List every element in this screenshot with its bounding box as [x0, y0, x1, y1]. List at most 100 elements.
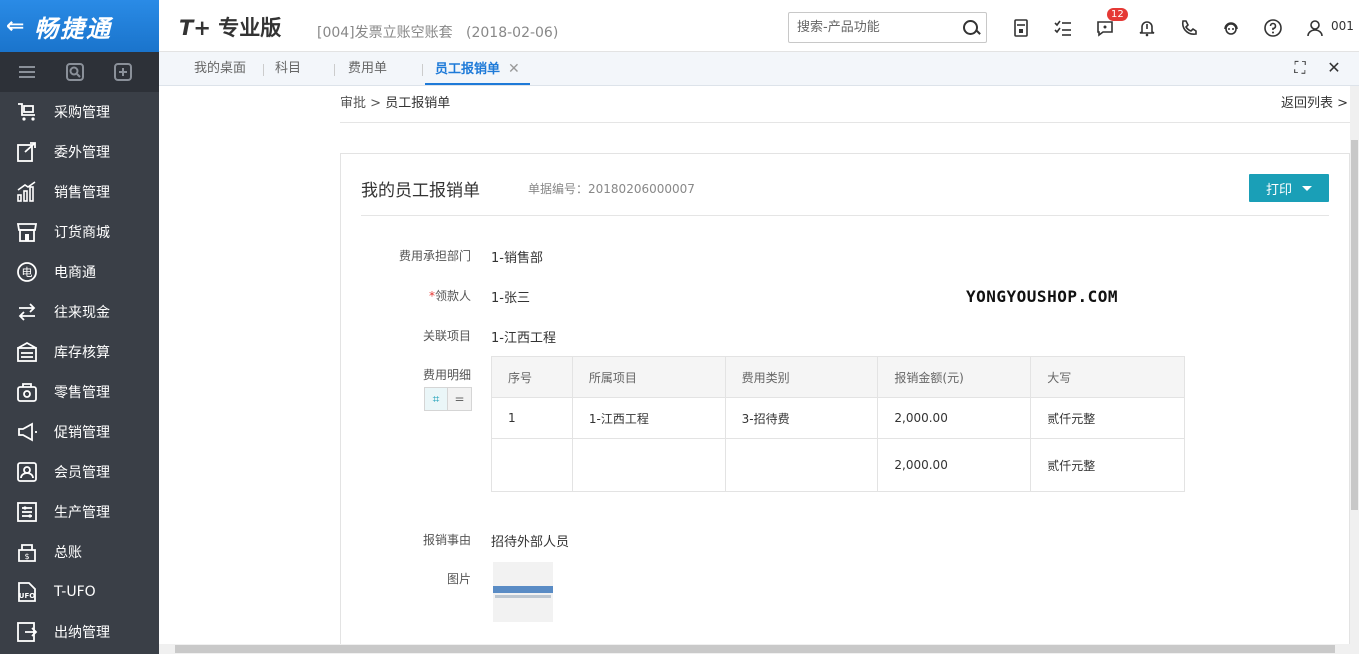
- search-input[interactable]: [797, 14, 962, 41]
- product-name: T+ 专业版: [179, 12, 281, 42]
- chevron-down-icon: [1302, 185, 1312, 191]
- sidebar-item-label: 委外管理: [54, 145, 110, 161]
- help-icon[interactable]: [1252, 15, 1294, 41]
- fullscreen-icon[interactable]: ⛶: [1283, 58, 1317, 78]
- store-icon: [14, 220, 40, 244]
- table-row[interactable]: 1 1-江西工程 3-招待费 2,000.00 贰仟元整: [491, 397, 1185, 439]
- ledger-icon: $: [14, 540, 40, 564]
- print-label: 打印: [1265, 182, 1292, 198]
- sidebar-item[interactable]: 生产管理: [0, 492, 159, 532]
- megaphone-icon: [14, 420, 40, 444]
- thumbnail-preview: [495, 595, 551, 598]
- back-arrow-icon[interactable]: ⇐: [6, 14, 28, 39]
- tab-divider: [263, 64, 264, 76]
- logo-text: 畅捷通: [34, 14, 112, 43]
- sidebar-item[interactable]: 委外管理: [0, 132, 159, 172]
- dept-value: 1-销售部: [491, 251, 543, 266]
- notification-badge: 12: [1107, 8, 1128, 21]
- tab-desktop[interactable]: 我的桌面: [194, 52, 246, 86]
- sidebar-item[interactable]: 往来现金: [0, 292, 159, 332]
- outsource-icon: [14, 140, 40, 164]
- back-to-list-link[interactable]: 返回列表 >: [1281, 92, 1348, 111]
- tab-label: 员工报销单: [435, 62, 501, 77]
- inventory-icon: [14, 340, 40, 364]
- grid-view-icon[interactable]: ⌗: [425, 388, 448, 410]
- account-info: [004]发票立账空账套 (2018-02-06): [317, 22, 558, 42]
- breadcrumb-separator: >: [370, 96, 382, 111]
- form-title: 我的员工报销单: [361, 181, 480, 201]
- headset-icon[interactable]: [1210, 15, 1252, 41]
- user-icon[interactable]: [1294, 15, 1336, 41]
- sidebar-item[interactable]: UFO T-UFO: [0, 572, 159, 612]
- sidebar-item[interactable]: 出纳管理: [0, 612, 159, 652]
- account-date: (2018-02-06): [466, 25, 559, 41]
- table-cell: 贰仟元整: [1030, 397, 1185, 439]
- search-icon[interactable]: [962, 19, 980, 37]
- tab-divider: [334, 64, 335, 76]
- project-value: 1-江西工程: [491, 331, 556, 346]
- menu-icon[interactable]: [6, 63, 48, 81]
- column-header: 大写: [1030, 356, 1185, 398]
- sidebar-item-label: 零售管理: [54, 385, 110, 401]
- search-box[interactable]: [788, 12, 987, 43]
- sidebar-item[interactable]: 电 电商通: [0, 252, 159, 292]
- print-button[interactable]: 打印: [1249, 174, 1329, 202]
- svg-text:$: $: [24, 552, 29, 561]
- sidebar-item[interactable]: 促销管理: [0, 412, 159, 452]
- sidebar-item[interactable]: 销售管理: [0, 172, 159, 212]
- vertical-scrollbar[interactable]: [1350, 86, 1359, 644]
- sidebar-item-label: 采购管理: [54, 105, 110, 121]
- brand-logo[interactable]: ⇐ 畅捷通: [0, 0, 159, 52]
- message-icon[interactable]: 12: [1084, 8, 1128, 41]
- search-menu-icon[interactable]: [54, 63, 96, 81]
- close-all-icon[interactable]: ✕: [1317, 58, 1351, 78]
- sidebar-item[interactable]: 零售管理: [0, 372, 159, 412]
- breadcrumb-current: 员工报销单: [385, 96, 451, 111]
- product-edition: 专业版: [218, 16, 282, 40]
- horizontal-scrollbar[interactable]: [159, 644, 1359, 654]
- user-label[interactable]: 001: [1331, 19, 1354, 33]
- phone-icon[interactable]: [1168, 15, 1210, 41]
- scroll-thumb[interactable]: [1351, 140, 1358, 510]
- watermark-text: YONGYOUSHOP.COM: [966, 287, 1118, 306]
- list-view-icon[interactable]: =: [448, 388, 471, 410]
- document-number: 单据编号：20180206000007: [528, 180, 695, 197]
- thumbnail-preview: [493, 586, 553, 593]
- tab-accounts[interactable]: 科目: [275, 52, 301, 86]
- account-name: [004]发票立账空账套: [317, 25, 453, 41]
- ufo-icon: UFO: [14, 580, 40, 604]
- tab-expense[interactable]: 费用单: [348, 52, 387, 86]
- sidebar-item-label: 会员管理: [54, 465, 110, 481]
- tab-bar: 我的桌面 科目 费用单 员工报销单 ✕ ⛶ ✕: [159, 52, 1359, 86]
- member-icon: [14, 460, 40, 484]
- table-cell: 1: [491, 397, 573, 439]
- product-prefix: T+: [179, 16, 211, 40]
- cashier-icon: [14, 620, 40, 644]
- sidebar-item[interactable]: 库存核算: [0, 332, 159, 372]
- add-shortcut-icon[interactable]: [102, 63, 144, 81]
- sidebar-item-label: 生产管理: [54, 505, 110, 521]
- breadcrumb-parent[interactable]: 审批: [340, 96, 366, 111]
- view-toggle: ⌗ =: [424, 387, 472, 411]
- column-header: 报销金额(元): [877, 356, 1032, 398]
- bell-icon[interactable]: [1126, 15, 1168, 41]
- tab-employee-reimbursement[interactable]: 员工报销单 ✕: [425, 52, 530, 85]
- attachment-thumbnail[interactable]: [493, 562, 553, 622]
- svg-text:电: 电: [22, 266, 33, 279]
- form-card: 我的员工报销单 单据编号：20180206000007 打印 费用承担部门 1-…: [340, 153, 1350, 653]
- calculator-icon[interactable]: [1000, 15, 1042, 41]
- sidebar-item[interactable]: $ 总账: [0, 532, 159, 572]
- sales-chart-icon: [14, 180, 40, 204]
- sidebar-item[interactable]: 采购管理: [0, 92, 159, 132]
- sidebar-item[interactable]: 订货商城: [0, 212, 159, 252]
- svg-text:UFO: UFO: [19, 592, 35, 600]
- scroll-thumb[interactable]: [175, 645, 1335, 653]
- production-icon: [14, 500, 40, 524]
- table-cell: [491, 438, 573, 492]
- task-list-icon[interactable]: [1042, 15, 1084, 41]
- divider: [361, 215, 1329, 216]
- reason-label: 报销事由: [422, 533, 471, 547]
- sidebar-item[interactable]: 会员管理: [0, 452, 159, 492]
- close-icon[interactable]: ✕: [508, 61, 520, 77]
- table-header-row: 序号 所属项目 费用类别 报销金额(元) 大写: [491, 356, 1185, 398]
